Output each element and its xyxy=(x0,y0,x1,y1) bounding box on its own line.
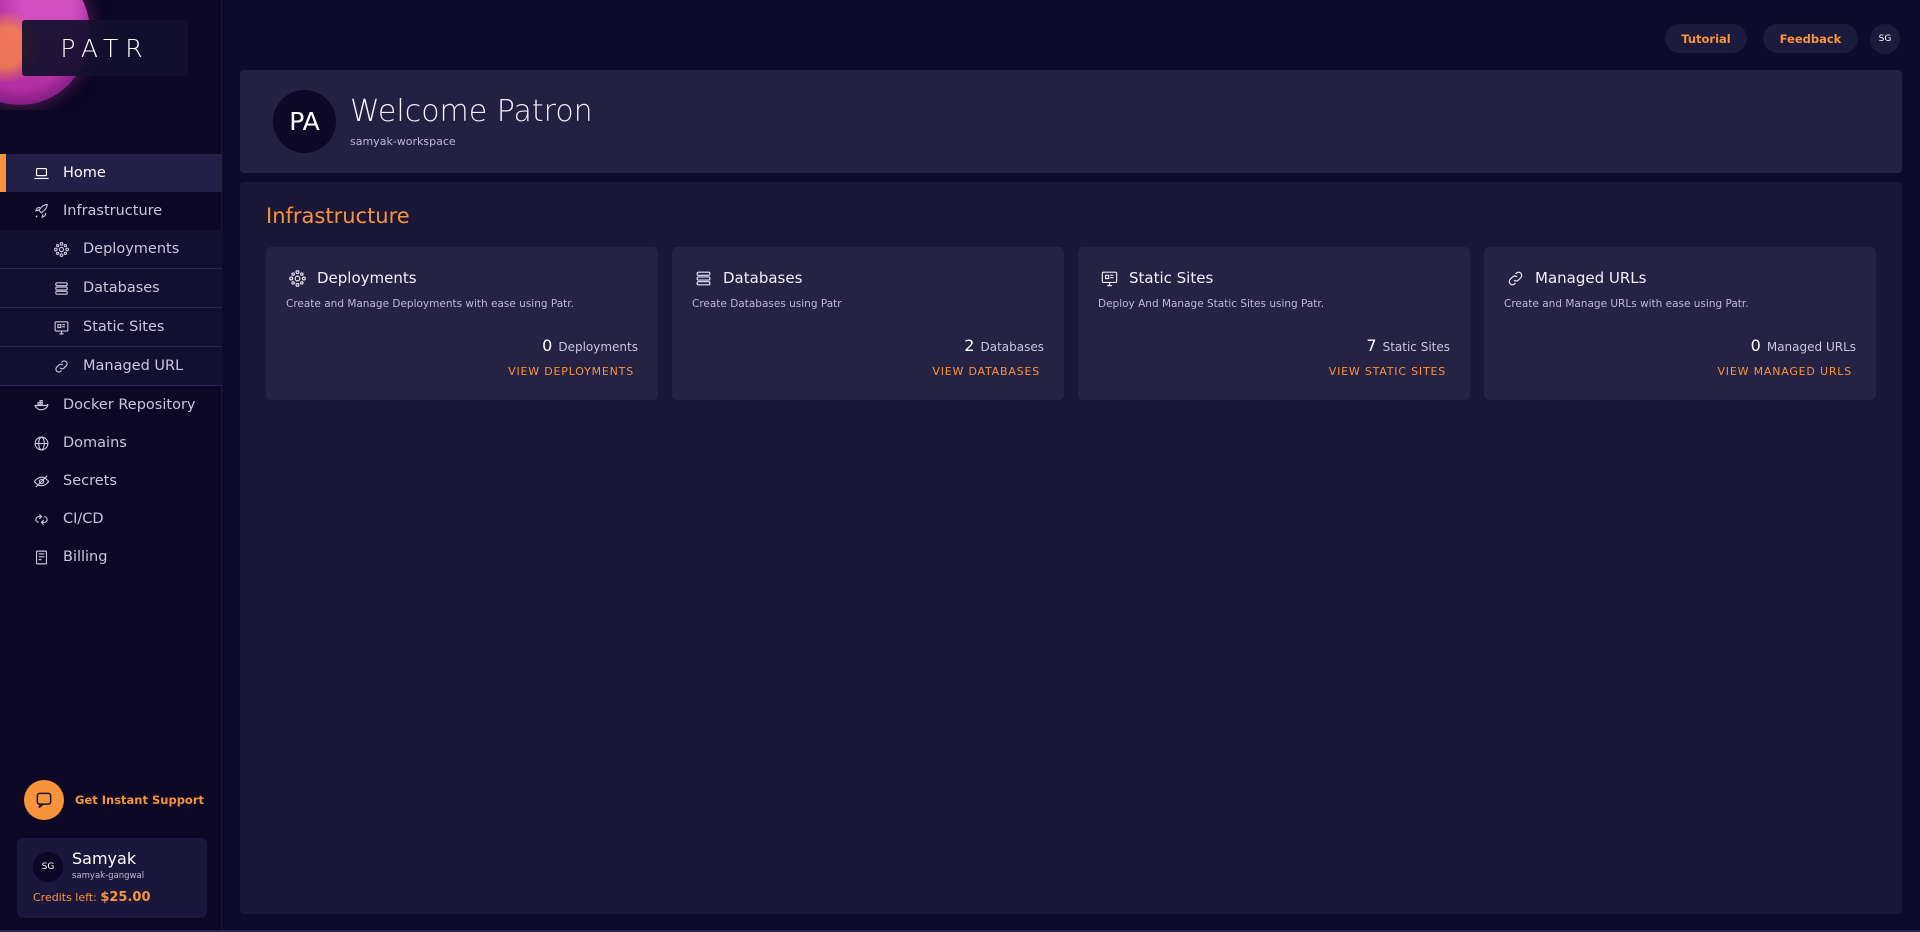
link-icon xyxy=(50,355,72,377)
billing-icon xyxy=(30,546,52,568)
card-count: 2 Databases xyxy=(964,336,1044,355)
user-name: Samyak xyxy=(72,849,137,868)
card-description: Deploy And Manage Static Sites using Pat… xyxy=(1098,298,1325,310)
resource-cards: Deployments Create and Manage Deployment… xyxy=(266,247,1878,400)
logo-area: PATR xyxy=(0,0,190,110)
sidebar-nav: Home Infrastructure Deployments Database… xyxy=(0,154,222,576)
card-description: Create and Manage Deployments with ease … xyxy=(286,298,574,310)
gear-cluster-icon xyxy=(286,267,308,289)
workspace-name: samyak-workspace xyxy=(350,135,456,148)
view-static-sites-link[interactable]: VIEW STATIC SITES xyxy=(1329,365,1446,378)
card-header: Deployments xyxy=(286,267,417,289)
sidebar-item-label: Managed URL xyxy=(83,358,184,374)
sidebar-item-label: Static Sites xyxy=(83,319,165,335)
gear-cluster-icon xyxy=(50,238,72,260)
app-root: PATR Home Infrastructure Deployments Dat… xyxy=(0,0,1920,932)
workspace-avatar: PA xyxy=(273,90,336,153)
sidebar-item-managed-url[interactable]: Managed URL xyxy=(0,347,222,386)
count-unit: Deployments xyxy=(558,340,638,354)
sidebar-item-label: Databases xyxy=(83,280,160,296)
count-value: 7 xyxy=(1366,336,1377,355)
monitor-icon xyxy=(1098,267,1120,289)
sidebar-item-label: Home xyxy=(63,165,106,181)
sidebar-item-docker-repository[interactable]: Docker Repository xyxy=(0,386,222,424)
sidebar-item-label: Infrastructure xyxy=(63,203,163,219)
monitor-icon xyxy=(50,316,72,338)
sidebar-item-billing[interactable]: Billing xyxy=(0,538,222,576)
sidebar-item-cicd[interactable]: CI/CD xyxy=(0,500,222,538)
sidebar-item-label: Docker Repository xyxy=(63,397,196,413)
card-title: Databases xyxy=(723,269,803,287)
card-title: Deployments xyxy=(317,269,417,287)
count-unit: Static Sites xyxy=(1382,340,1450,354)
card-title: Managed URLs xyxy=(1535,269,1647,287)
globe-icon xyxy=(30,432,52,454)
account-avatar[interactable]: SG xyxy=(1870,24,1900,54)
database-icon xyxy=(692,267,714,289)
sidebar-item-label: Deployments xyxy=(83,241,180,257)
user-avatar: SG xyxy=(33,852,63,882)
support-label[interactable]: Get Instant Support xyxy=(75,793,204,807)
sidebar-item-label: Domains xyxy=(63,435,127,451)
count-value: 2 xyxy=(964,336,975,355)
sidebar-item-static-sites[interactable]: Static Sites xyxy=(0,308,222,347)
rocket-icon xyxy=(30,200,52,222)
page-title: Welcome Patron xyxy=(350,94,593,129)
link-icon xyxy=(1504,267,1526,289)
logo-text: PATR xyxy=(60,33,150,63)
credits-value: $25.00 xyxy=(100,890,151,905)
credits-label: Credits left: xyxy=(33,891,97,904)
card-header: Managed URLs xyxy=(1504,267,1646,289)
welcome-panel: PA Welcome Patron samyak-workspace xyxy=(240,70,1902,173)
tutorial-button[interactable]: Tutorial xyxy=(1665,24,1747,53)
user-handle: samyak-gangwal xyxy=(72,871,145,881)
card-count: 0 Managed URLs xyxy=(1751,336,1856,355)
chat-icon xyxy=(36,792,52,809)
sidebar-item-deployments[interactable]: Deployments xyxy=(0,230,222,269)
sidebar-item-label: CI/CD xyxy=(63,511,104,527)
card-description: Create Databases using Patr xyxy=(692,298,842,310)
laptop-icon xyxy=(30,162,52,184)
credits-info: Credits left: $25.00 xyxy=(33,890,151,905)
cicd-icon xyxy=(30,508,52,530)
feedback-button[interactable]: Feedback xyxy=(1763,24,1858,53)
sidebar-item-label: Billing xyxy=(63,549,108,565)
card-header: Databases xyxy=(692,267,802,289)
infrastructure-panel: Infrastructure Deployments Create and Ma… xyxy=(240,182,1902,914)
view-managed-urls-link[interactable]: VIEW MANAGED URLS xyxy=(1717,365,1852,378)
sidebar-item-secrets[interactable]: Secrets xyxy=(0,462,222,500)
card-count: 7 Static Sites xyxy=(1366,336,1450,355)
count-value: 0 xyxy=(1750,336,1761,355)
card-description: Create and Manage URLs with ease using P… xyxy=(1504,298,1749,310)
sidebar-item-home[interactable]: Home xyxy=(0,154,222,192)
sidebar-item-databases[interactable]: Databases xyxy=(0,269,222,308)
section-title: Infrastructure xyxy=(266,204,410,228)
card-databases: Databases Create Databases using Patr 2 … xyxy=(672,247,1064,400)
card-header: Static Sites xyxy=(1098,267,1213,289)
docker-icon xyxy=(30,394,52,416)
sidebar-item-infrastructure[interactable]: Infrastructure xyxy=(0,192,222,230)
view-databases-link[interactable]: VIEW DATABASES xyxy=(932,365,1040,378)
view-deployments-link[interactable]: VIEW DEPLOYMENTS xyxy=(508,365,634,378)
user-card[interactable]: SG Samyak samyak-gangwal Credits left: $… xyxy=(17,838,207,918)
count-value: 0 xyxy=(542,336,553,355)
card-managed-urls: Managed URLs Create and Manage URLs with… xyxy=(1484,247,1876,400)
card-count: 0 Deployments xyxy=(542,336,638,355)
sidebar-item-domains[interactable]: Domains xyxy=(0,424,222,462)
eye-off-icon xyxy=(30,470,52,492)
sidebar: PATR Home Infrastructure Deployments Dat… xyxy=(0,0,222,932)
count-unit: Managed URLs xyxy=(1766,340,1856,354)
instant-support[interactable]: Get Instant Support xyxy=(24,780,204,820)
database-icon xyxy=(50,277,72,299)
card-title: Static Sites xyxy=(1129,269,1214,287)
sidebar-item-label: Secrets xyxy=(63,473,117,489)
count-unit: Databases xyxy=(980,340,1044,354)
support-button[interactable] xyxy=(24,780,64,820)
logo[interactable]: PATR xyxy=(22,20,188,76)
card-deployments: Deployments Create and Manage Deployment… xyxy=(266,247,658,400)
card-static-sites: Static Sites Deploy And Manage Static Si… xyxy=(1078,247,1470,400)
